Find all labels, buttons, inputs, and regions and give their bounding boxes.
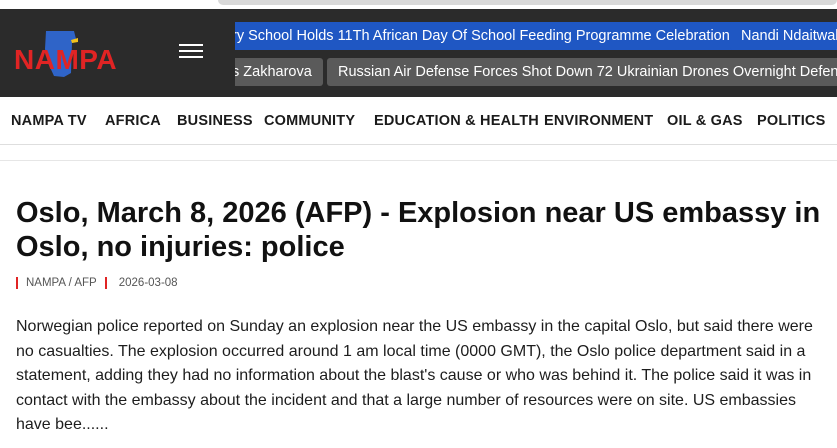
article-source: NAMPA / AFP xyxy=(26,277,97,289)
hamburger-menu-icon[interactable] xyxy=(179,44,203,62)
meta-divider xyxy=(104,277,107,289)
article-meta: NAMPA / AFP 2026-03-08 xyxy=(16,275,826,291)
top-strip-bar xyxy=(218,0,837,5)
news-ticker-row-1: ry School Holds 11Th African Day Of Scho… xyxy=(235,22,837,50)
nav-item-africa[interactable]: AFRICA xyxy=(105,97,161,145)
news-ticker-row-2: s Zakharova Russian Air Defense Forces S… xyxy=(235,58,837,86)
browser-top-strip xyxy=(0,0,837,9)
ticker-item[interactable]: ry School Holds 11Th African Day Of Scho… xyxy=(235,22,741,50)
section-divider xyxy=(0,145,837,161)
nav-item-business[interactable]: BUSINESS xyxy=(177,97,253,145)
site-header: NAMPA ry School Holds 11Th African Day O… xyxy=(0,9,837,97)
meta-divider xyxy=(16,277,18,289)
nav-item-community[interactable]: COMMUNITY xyxy=(264,97,355,145)
ticker-item[interactable]: Nandi Ndaitwah xyxy=(730,22,837,50)
nav-item-education-health[interactable]: EDUCATION & HEALTH xyxy=(374,97,539,145)
nav-item-oil-gas[interactable]: OIL & GAS xyxy=(667,97,743,145)
nav-item-nampa-tv[interactable]: NAMPA TV xyxy=(11,97,87,145)
article: Oslo, March 8, 2026 (AFP) - Explosion ne… xyxy=(16,196,826,438)
nav-item-politics[interactable]: POLITICS xyxy=(757,97,825,145)
ticker-item[interactable]: s Zakharova xyxy=(235,58,323,86)
article-title: Oslo, March 8, 2026 (AFP) - Explosion ne… xyxy=(16,197,821,263)
main-navigation: NAMPA TV AFRICA BUSINESS COMMUNITY EDUCA… xyxy=(0,97,837,145)
ticker-item[interactable]: Russian Air Defense Forces Shot Down 72 … xyxy=(327,58,837,86)
article-date: 2026-03-08 xyxy=(118,277,178,289)
article-body: Norwegian police reported on Sunday an e… xyxy=(16,318,813,433)
nav-item-environment[interactable]: ENVIRONMENT xyxy=(544,97,653,145)
logo-text: NAMPA xyxy=(14,44,118,75)
nampa-logo[interactable]: NAMPA xyxy=(14,27,146,85)
